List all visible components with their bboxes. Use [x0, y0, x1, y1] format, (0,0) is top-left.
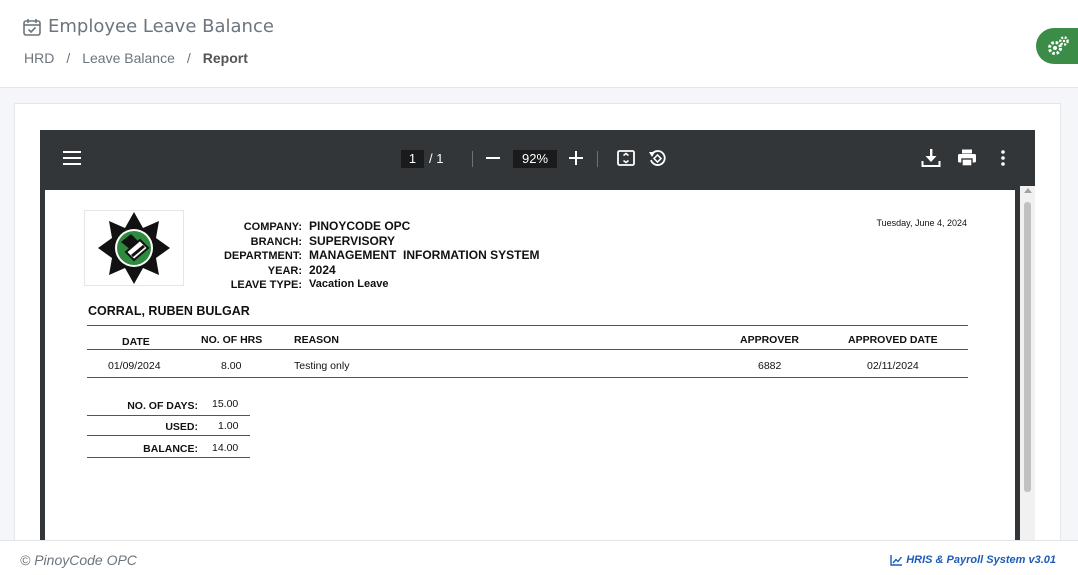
summary-rule: [87, 435, 250, 436]
label-department: DEPARTMENT:: [223, 250, 302, 263]
value-no-of-days: 15.00: [212, 398, 239, 410]
column-header-hrs: NO. OF HRS: [201, 334, 263, 346]
breadcrumb-hrd[interactable]: HRD: [24, 50, 54, 66]
chart-line-icon: [890, 554, 903, 566]
report-header-values: PINOYCODE OPC SUPERVISORY MANAGEMENT INF…: [309, 219, 539, 292]
company-logo: [84, 210, 184, 286]
page-title: Employee Leave Balance: [48, 16, 274, 37]
label-leave-type: LEAVE TYPE:: [230, 279, 302, 292]
report-header-labels: COMPANY: BRANCH: DEPARTMENT: YEAR: LEAVE…: [185, 220, 302, 293]
scroll-thumb[interactable]: [1024, 202, 1031, 492]
breadcrumb: HRD / Leave Balance / Report: [24, 50, 248, 66]
table-top-rule: [87, 325, 968, 326]
column-header-reason: REASON: [294, 334, 339, 346]
column-header-date: DATE: [122, 336, 150, 348]
footer: © PinoyCode OPC HRIS & Payroll System v3…: [0, 540, 1078, 575]
value-company: PINOYCODE OPC: [309, 219, 411, 233]
pdf-viewer: 1 / 1 92% COMPANY: BRANCH: DEPARTMENT: Y…: [40, 130, 1035, 550]
page-number-input[interactable]: 1: [401, 150, 424, 168]
breadcrumb-separator: /: [186, 50, 191, 66]
cell-hrs: 8.00: [221, 360, 242, 372]
print-icon[interactable]: [956, 147, 978, 169]
table-bottom-rule: [87, 377, 968, 378]
zoom-input[interactable]: 92%: [513, 150, 557, 168]
breadcrumb-report: Report: [202, 50, 248, 66]
breadcrumb-leave-balance[interactable]: Leave Balance: [82, 50, 175, 66]
table-header-rule: [87, 349, 968, 350]
value-used: 1.00: [218, 420, 239, 432]
version-link[interactable]: HRIS & Payroll System v3.01: [890, 554, 1056, 566]
calendar-check-icon: [23, 18, 41, 36]
pdf-document-area[interactable]: COMPANY: BRANCH: DEPARTMENT: YEAR: LEAVE…: [40, 186, 1035, 550]
title-row: Employee Leave Balance: [22, 16, 274, 37]
settings-button[interactable]: [1036, 28, 1078, 64]
label-year: YEAR:: [267, 264, 302, 277]
copyright: © PinoyCode OPC: [20, 552, 137, 568]
toolbar-divider: [597, 151, 598, 167]
label-used: USED:: [165, 421, 198, 433]
cell-reason: Testing only: [294, 360, 350, 372]
value-leave-type: Vacation Leave: [309, 278, 389, 291]
pdf-toolbar: 1 / 1 92%: [40, 130, 1035, 186]
pdf-scrollbar[interactable]: [1020, 186, 1035, 550]
version-text: HRIS & Payroll System v3.01: [906, 554, 1056, 566]
value-branch: SUPERVISORY: [309, 233, 396, 248]
report-date: Tuesday, June 4, 2024: [876, 218, 967, 228]
column-header-approver: APPROVER: [740, 334, 799, 346]
gears-icon: [1048, 36, 1069, 55]
label-balance: BALANCE:: [143, 443, 198, 455]
label-company: COMPANY:: [243, 221, 302, 233]
label-branch: BRANCH:: [250, 235, 302, 248]
summary-rule: [87, 457, 250, 458]
summary-rule: [87, 415, 250, 416]
breadcrumb-separator: /: [66, 50, 71, 66]
toolbar-divider: [472, 151, 473, 167]
more-options-icon[interactable]: [993, 148, 1013, 168]
zoom-out-icon[interactable]: [484, 149, 502, 167]
cell-approved-date: 02/11/2024: [867, 360, 919, 372]
cell-approver: 6882: [758, 360, 782, 372]
label-no-of-days: NO. OF DAYS:: [127, 400, 198, 412]
pdf-page: COMPANY: BRANCH: DEPARTMENT: YEAR: LEAVE…: [45, 190, 1015, 550]
page-header: Employee Leave Balance HRD / Leave Balan…: [0, 0, 1078, 88]
value-balance: 14.00: [212, 442, 239, 454]
cell-date: 01/09/2024: [108, 360, 161, 372]
rotate-icon[interactable]: [647, 148, 667, 168]
value-year: 2024: [309, 262, 336, 277]
employee-name: CORRAL, RUBEN BULGAR: [88, 304, 250, 318]
value-department: MANAGEMENT INFORMATION SYSTEM: [309, 248, 540, 263]
fit-page-icon[interactable]: [616, 148, 636, 168]
menu-icon[interactable]: [62, 148, 82, 168]
page-total: / 1: [429, 151, 444, 166]
scroll-up-arrow[interactable]: [1024, 188, 1032, 193]
zoom-in-icon[interactable]: [567, 149, 585, 167]
download-icon[interactable]: [920, 147, 942, 169]
column-header-approved-date: APPROVED DATE: [848, 334, 938, 346]
